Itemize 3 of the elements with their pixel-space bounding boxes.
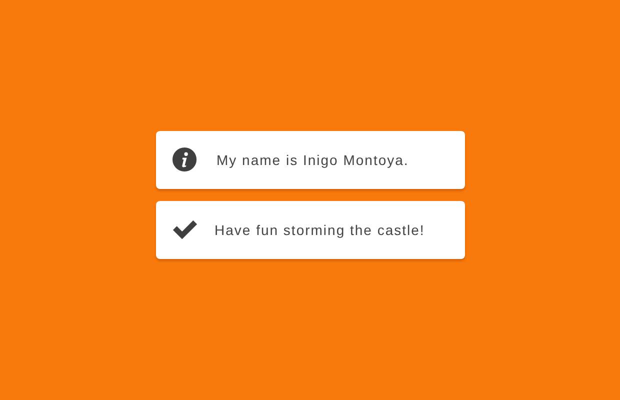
notification-message: My name is Inigo Montoya. [216,152,409,168]
notification-message: Have fun storming the castle! [214,222,425,238]
info-icon [172,147,198,173]
